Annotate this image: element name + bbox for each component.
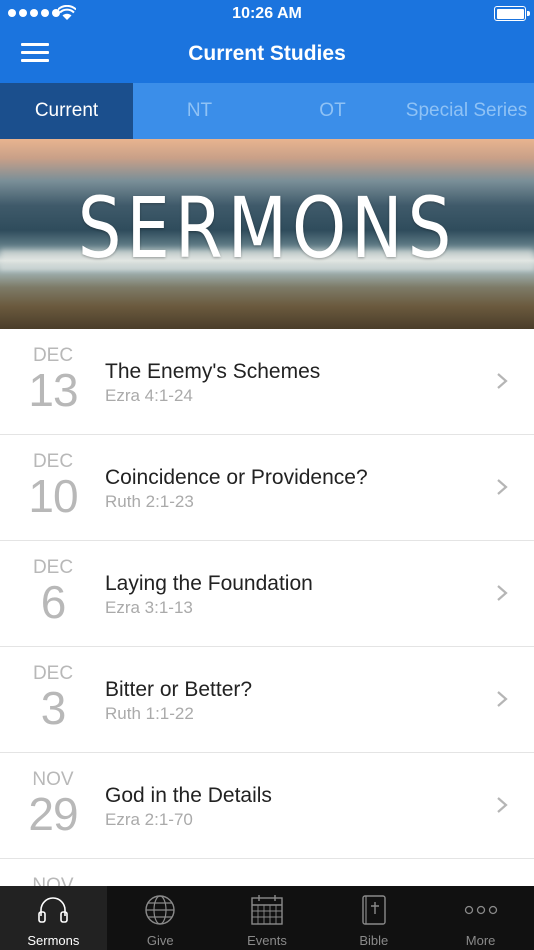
chevron-right-icon <box>497 479 508 495</box>
sermon-reference: Ezra 2:1-70 <box>105 810 193 829</box>
sermon-reference: Ruth 2:1-23 <box>105 492 194 511</box>
sermon-day: 13 <box>28 364 78 416</box>
chevron-right-icon <box>497 797 508 813</box>
tabbar-bible[interactable]: Bible <box>320 886 427 950</box>
bible-icon <box>362 895 386 925</box>
sermon-day: 10 <box>28 470 78 522</box>
chevron-right-icon <box>497 585 508 601</box>
tabbar-more[interactable]: More <box>427 886 534 950</box>
tabbar-sermons[interactable]: Sermons <box>0 886 107 950</box>
sermon-title: Bitter or Better? <box>105 678 253 701</box>
category-tabs: Current NT OT Special Series <box>0 83 534 139</box>
tabbar-label: More <box>465 933 496 948</box>
sermon-date: DEC 10 <box>18 451 88 519</box>
page-title: Current Studies <box>188 42 346 65</box>
sermon-day: 6 <box>40 576 67 628</box>
sermon-row[interactable]: NOV 29 God in the Details Ezra 2:1-70 <box>0 753 534 859</box>
sermon-reference: Ruth 1:1-22 <box>105 704 194 723</box>
globe-icon <box>145 895 175 925</box>
sermon-row[interactable]: DEC 13 The Enemy's Schemes Ezra 4:1-24 <box>0 329 534 435</box>
sermon-title: Laying the Foundation <box>105 572 313 595</box>
tabbar-label: Sermons <box>27 933 80 948</box>
sermon-row[interactable]: DEC 6 Laying the Foundation Ezra 3:1-13 <box>0 541 534 647</box>
bottom-tab-bar: Sermons Give Events Bible More <box>0 886 534 950</box>
tab-ot[interactable]: OT <box>266 83 399 139</box>
headphones-icon <box>38 897 69 923</box>
tabbar-events[interactable]: Events <box>214 886 321 950</box>
sermon-row[interactable]: DEC 3 Bitter or Better? Ruth 1:1-22 <box>0 647 534 753</box>
tabbar-give[interactable]: Give <box>107 886 214 950</box>
battery-icon <box>494 6 530 21</box>
tab-nt[interactable]: NT <box>133 83 266 139</box>
sermon-date: NOV 29 <box>18 769 88 837</box>
status-bar: 10:26 AM <box>0 0 534 28</box>
tabbar-label: Bible <box>359 933 389 948</box>
sermon-title: God in the Details <box>105 784 272 807</box>
calendar-icon <box>251 895 283 925</box>
status-time: 10:26 AM <box>232 5 302 22</box>
more-dots-icon <box>464 905 497 915</box>
sermon-row[interactable]: DEC 10 Coincidence or Providence? Ruth 2… <box>0 435 534 541</box>
sermon-date: DEC 13 <box>18 345 88 413</box>
sermon-day: 29 <box>28 788 78 840</box>
chevron-right-icon <box>497 373 508 389</box>
sermon-reference: Ezra 3:1-13 <box>105 598 193 617</box>
sermon-reference: Ezra 4:1-24 <box>105 386 193 405</box>
tab-special-series[interactable]: Special Series <box>399 83 534 139</box>
tab-current[interactable]: Current <box>0 83 133 139</box>
sermon-title: The Enemy's Schemes <box>105 360 321 383</box>
tabbar-label: Events <box>247 933 287 948</box>
top-bar: 10:26 AM Current Studies <box>0 0 534 83</box>
sermon-title: Coincidence or Providence? <box>105 466 368 489</box>
banner-title: SERMONS <box>77 179 457 277</box>
chevron-right-icon <box>497 691 508 707</box>
sermons-banner: SERMONS <box>0 139 534 329</box>
sermon-list: DEC 13 The Enemy's Schemes Ezra 4:1-24 D… <box>0 329 534 950</box>
sermon-date: DEC 6 <box>18 557 88 625</box>
sermon-day: 3 <box>40 682 67 734</box>
sermon-date: DEC 3 <box>18 663 88 731</box>
tabbar-label: Give <box>146 933 174 948</box>
